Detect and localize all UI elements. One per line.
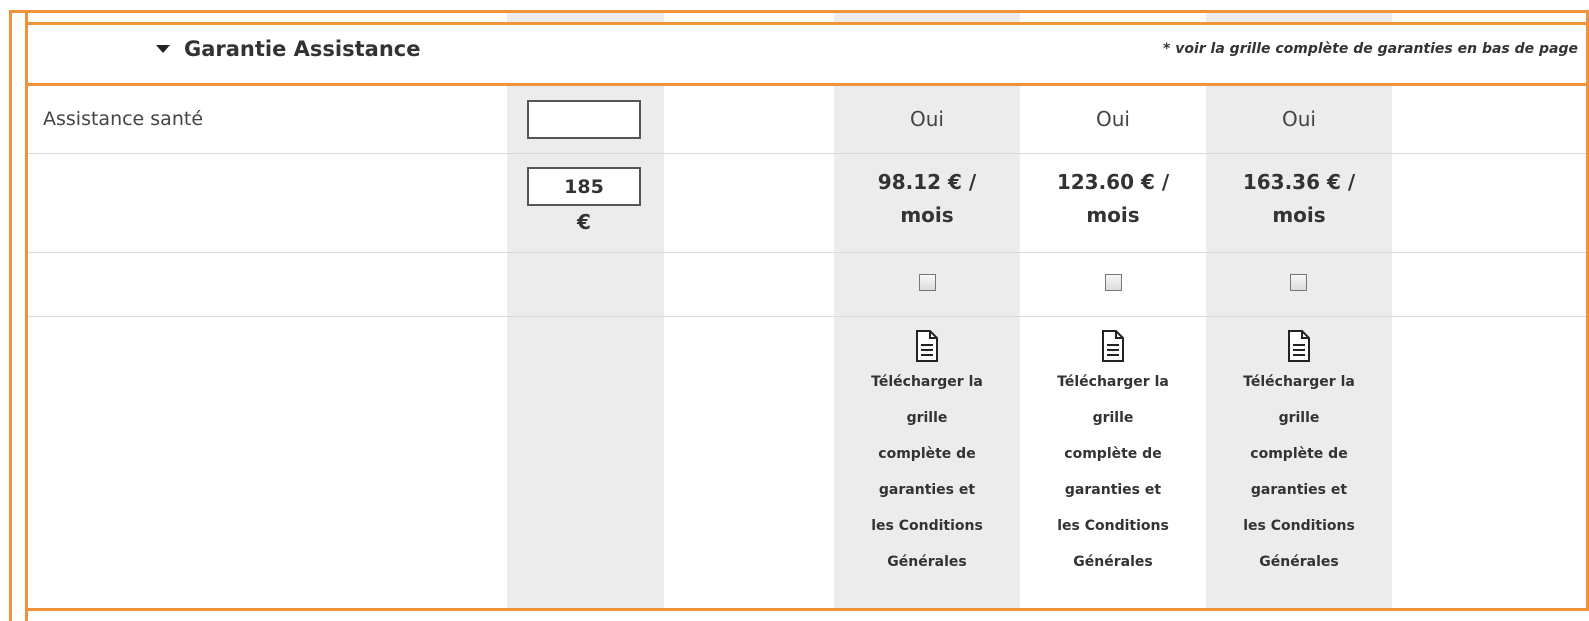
download-text-line: grille bbox=[1278, 410, 1320, 426]
section-note: * voir la grille complète de garanties e… bbox=[1163, 41, 1578, 57]
frame-bottom-border bbox=[25, 608, 1589, 611]
plan3-download-link[interactable]: Télécharger la grille complète de garant… bbox=[1206, 330, 1392, 580]
download-text-line: complète de bbox=[1064, 446, 1162, 462]
document-icon bbox=[1102, 330, 1124, 362]
download-text-line: Télécharger la bbox=[1057, 374, 1169, 390]
download-text-line: complète de bbox=[878, 446, 976, 462]
row-divider bbox=[28, 153, 1586, 154]
assistance-input[interactable] bbox=[527, 100, 641, 139]
plan1-price: 98.12 € / mois bbox=[834, 166, 1020, 232]
download-text-line: garanties et bbox=[1250, 482, 1348, 498]
plan2-price-period: mois bbox=[1086, 203, 1140, 227]
row-divider bbox=[28, 252, 1586, 253]
plan2-price-amount: 123.60 € / bbox=[1056, 170, 1170, 194]
document-icon bbox=[916, 330, 938, 362]
row-divider bbox=[28, 316, 1586, 317]
download-text-line: les Conditions bbox=[871, 518, 983, 534]
download-text-line: Télécharger la bbox=[1243, 374, 1355, 390]
plan1-download-link[interactable]: Télécharger la grille complète de garant… bbox=[834, 330, 1020, 580]
caret-down-icon bbox=[156, 45, 170, 53]
download-text-line: Générales bbox=[1259, 554, 1339, 570]
frame-left-border bbox=[9, 10, 12, 621]
frame-top-border bbox=[9, 10, 1589, 13]
download-text-line: grille bbox=[1092, 410, 1134, 426]
budget-input[interactable] bbox=[527, 167, 641, 206]
section-header[interactable]: Garantie Assistance * voir la grille com… bbox=[28, 22, 1586, 86]
plan2-assistance-value: Oui bbox=[1096, 107, 1130, 131]
row-label-assistance: Assistance santé bbox=[43, 108, 204, 130]
plan2-download-link[interactable]: Télécharger la grille complète de garant… bbox=[1020, 330, 1206, 580]
plan2-price: 123.60 € / mois bbox=[1020, 166, 1206, 232]
download-text-line: grille bbox=[906, 410, 948, 426]
plan1-select-checkbox[interactable] bbox=[919, 274, 936, 291]
download-text-line: garanties et bbox=[878, 482, 976, 498]
currency-label: € bbox=[577, 210, 591, 234]
section-toggle[interactable]: Garantie Assistance bbox=[156, 37, 420, 61]
plan1-price-amount: 98.12 € / bbox=[877, 170, 977, 194]
plan3-price: 163.36 € / mois bbox=[1206, 166, 1392, 232]
plan2-select-checkbox[interactable] bbox=[1105, 274, 1122, 291]
download-text-line: Générales bbox=[1073, 554, 1153, 570]
document-icon bbox=[1288, 330, 1310, 362]
plan1-price-period: mois bbox=[900, 203, 954, 227]
download-text-line: Générales bbox=[887, 554, 967, 570]
download-text-line: complète de bbox=[1250, 446, 1348, 462]
download-text-line: garanties et bbox=[1064, 482, 1162, 498]
plan1-assistance-value: Oui bbox=[910, 107, 944, 131]
plan3-price-amount: 163.36 € / bbox=[1242, 170, 1356, 194]
plan3-select-checkbox[interactable] bbox=[1290, 274, 1307, 291]
download-text-line: les Conditions bbox=[1243, 518, 1355, 534]
plan3-price-period: mois bbox=[1272, 203, 1326, 227]
download-text-line: les Conditions bbox=[1057, 518, 1169, 534]
section-title: Garantie Assistance bbox=[184, 37, 421, 61]
plan3-assistance-value: Oui bbox=[1282, 107, 1316, 131]
download-text-line: Télécharger la bbox=[871, 374, 983, 390]
